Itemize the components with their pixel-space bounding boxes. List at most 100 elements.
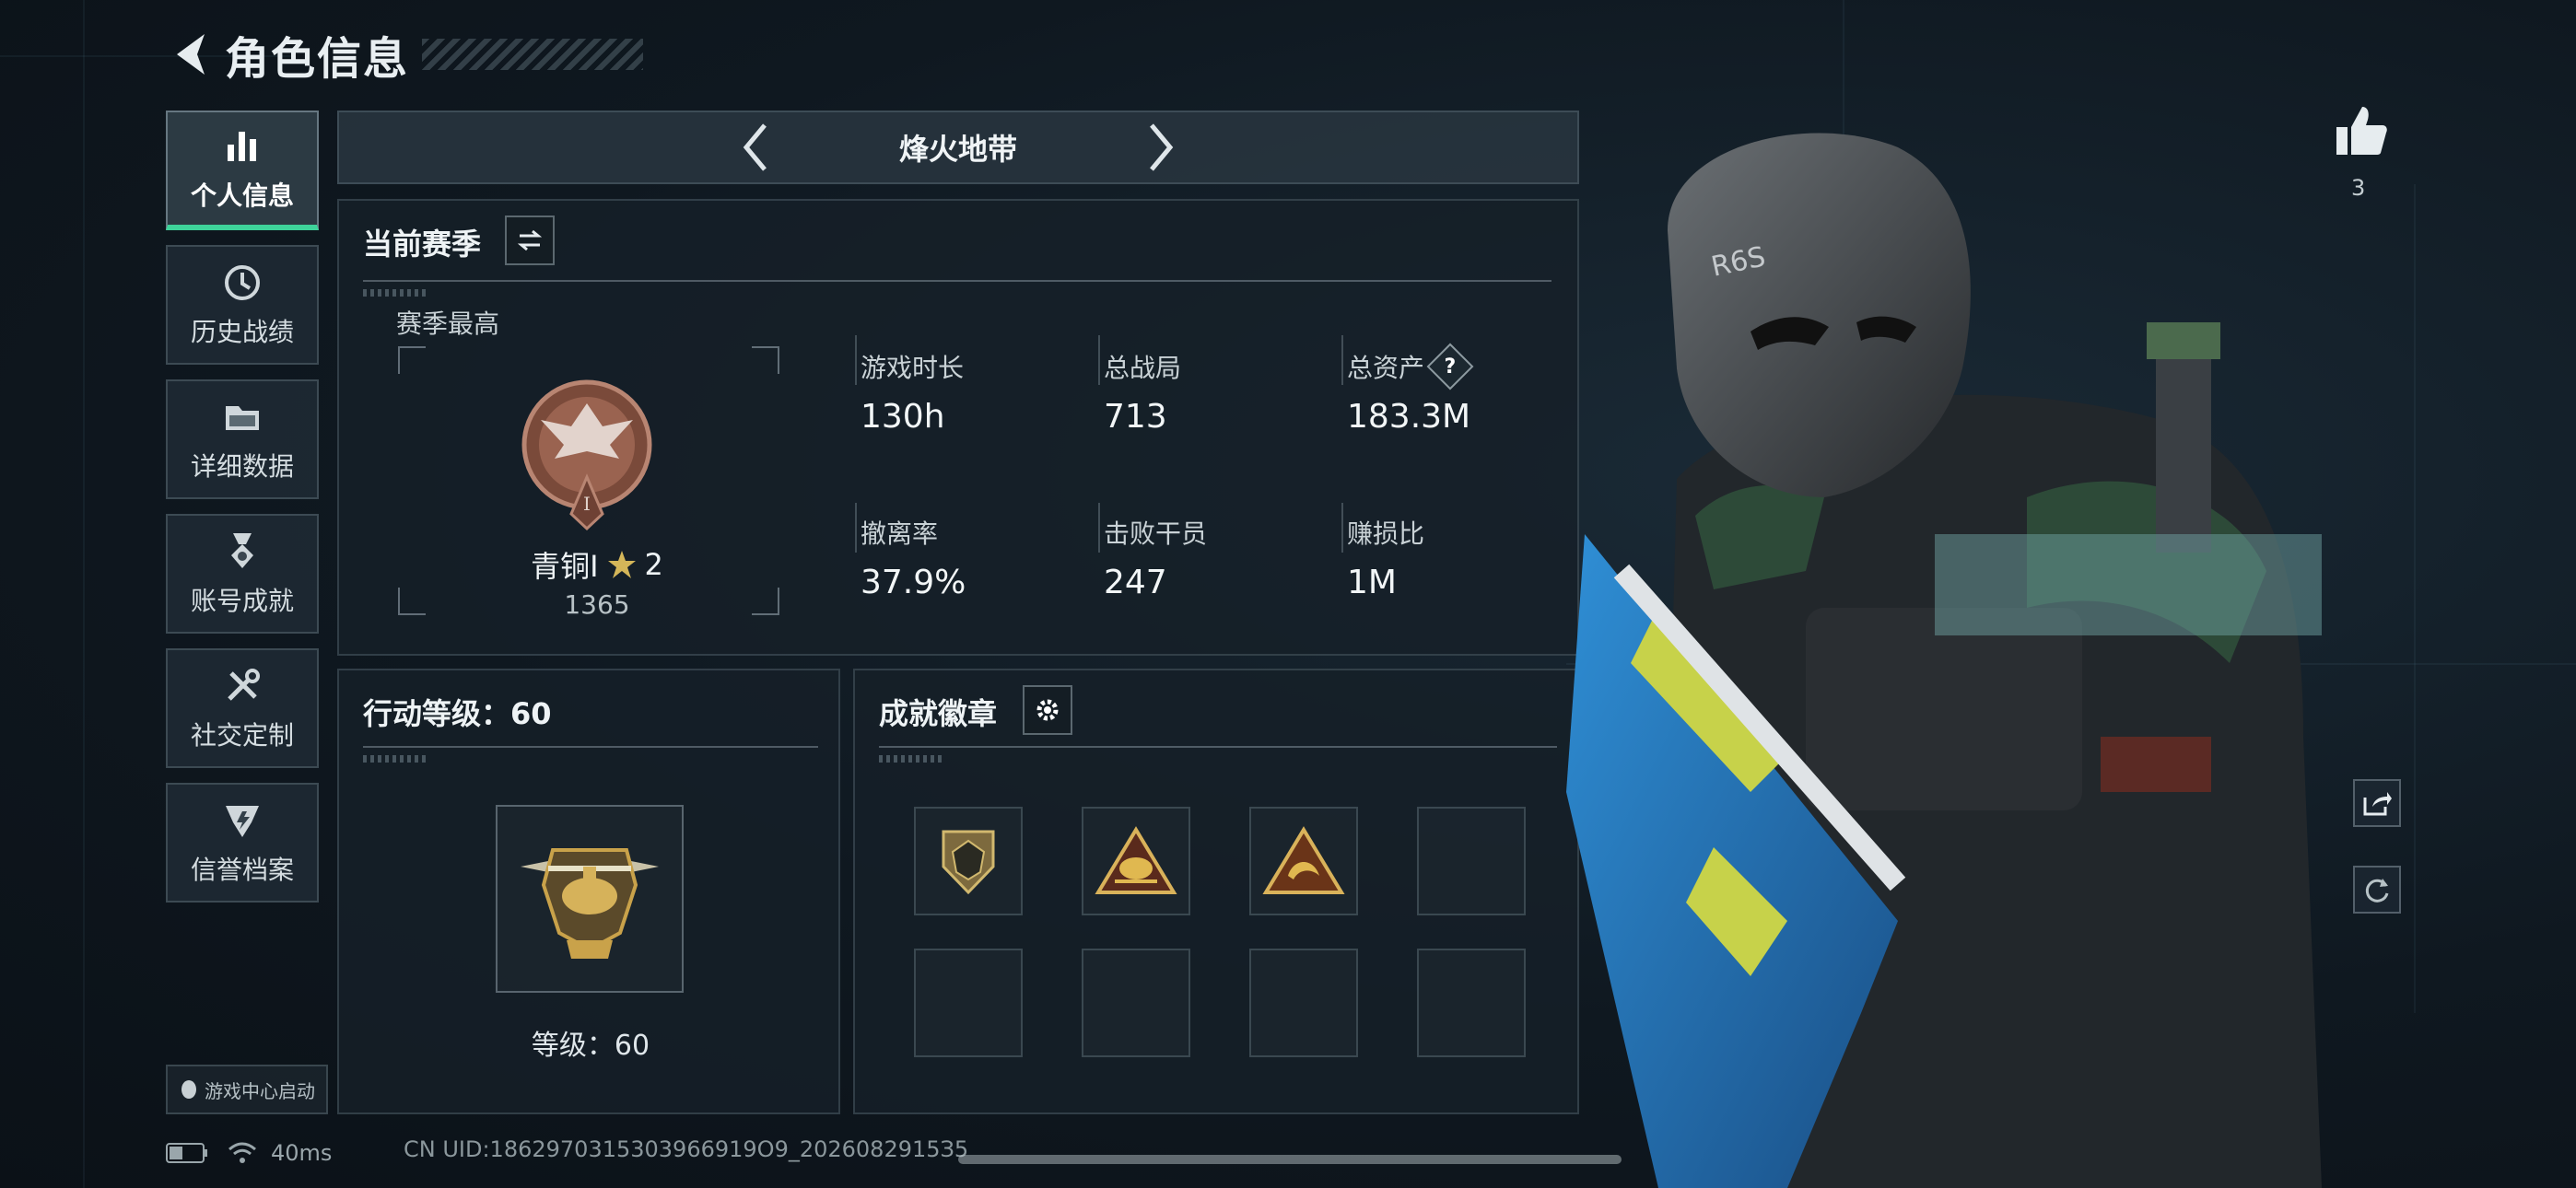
like-button[interactable]	[2331, 101, 2390, 160]
nav-label: 个人信息	[190, 181, 294, 211]
level-caption: 等级：60	[531, 1030, 650, 1062]
nav-item-reputation[interactable]: 信誉档案	[166, 783, 319, 903]
blurred-overlay	[1935, 534, 2322, 635]
help-icon[interactable]: ?	[1426, 343, 1474, 390]
stat-label: 赚损比	[1347, 518, 1425, 549]
refresh-icon	[2365, 879, 2389, 903]
rank-score: 1365	[564, 589, 630, 620]
battery-icon	[166, 1143, 207, 1163]
badge-slot[interactable]	[1082, 807, 1190, 915]
nav-label: 信誉档案	[190, 855, 294, 885]
stat-label: 游戏时长	[861, 353, 965, 383]
action-level-prefix: 行动等级：	[363, 696, 511, 731]
stat-value: 183.3M	[1347, 398, 1471, 436]
like-count: 3	[2351, 175, 2366, 201]
page-header: 角色信息	[166, 22, 644, 87]
stat-value: 247	[1104, 564, 1167, 601]
badge-slot-empty[interactable]	[1417, 807, 1526, 915]
launch-label: 游戏中心启动	[205, 1079, 315, 1102]
stat-value: 130h	[861, 398, 945, 436]
nav-label: 详细数据	[190, 451, 294, 482]
frame-corner	[752, 346, 779, 374]
nav-item-history[interactable]: 历史战绩	[166, 245, 319, 365]
stat-label: 击败干员	[1104, 518, 1208, 549]
nav-item-profile[interactable]: 个人信息	[166, 111, 319, 230]
nav-item-achievements[interactable]: 账号成就	[166, 514, 319, 634]
badge-slot[interactable]	[1249, 807, 1358, 915]
back-arrow-icon	[177, 34, 205, 75]
stat-total-matches: 总战局 713	[1104, 348, 1181, 436]
badge-slot-empty[interactable]	[1249, 949, 1358, 1057]
badge-slot[interactable]	[914, 807, 1023, 915]
stat-label: 撤离率	[861, 518, 939, 549]
next-mode-button[interactable]	[1133, 115, 1188, 180]
bar-chart-icon	[220, 124, 264, 169]
action-level-title: 行动等级：60	[363, 691, 552, 733]
prev-mode-button[interactable]	[728, 115, 783, 180]
desert-triangle-badge-icon	[1095, 826, 1177, 894]
stat-separator	[1098, 503, 1100, 553]
mode-switcher: 烽火地带	[337, 111, 1579, 184]
badge-slot-empty[interactable]	[914, 949, 1023, 1057]
decoration	[879, 755, 943, 763]
ping-value: 40ms	[271, 1140, 333, 1166]
side-nav: 个人信息 历史战绩 详细数据 账号成就 社交定制 信誉档案	[166, 111, 319, 917]
action-level-panel: 行动等级：60 等级：60	[337, 669, 840, 1114]
action-level-value: 60	[510, 696, 552, 731]
stat-extract-rate: 撤离率 37.9%	[861, 514, 966, 601]
bronze-rank-emblem-icon: I	[518, 376, 656, 532]
share-icon	[2363, 792, 2392, 816]
badge-slot-empty[interactable]	[1417, 949, 1526, 1057]
season-switch-button[interactable]	[505, 215, 555, 265]
divider	[363, 746, 818, 748]
swap-icon	[517, 229, 543, 251]
stat-label: 总资产 ?	[1347, 343, 1474, 390]
frame-corner	[398, 588, 426, 615]
page-title: 角色信息	[225, 33, 410, 85]
share-button[interactable]	[2353, 779, 2401, 827]
svg-text:I: I	[583, 493, 591, 515]
level-emblem-frame	[496, 805, 684, 993]
stat-separator	[1341, 503, 1343, 553]
achievements-panel: 成就徽章	[853, 669, 1579, 1114]
rank-stars: 2	[644, 547, 663, 582]
season-title: 当前赛季	[363, 227, 482, 262]
nav-item-details[interactable]: 详细数据	[166, 379, 319, 499]
achievements-settings-button[interactable]	[1023, 685, 1072, 735]
frame-corner	[752, 588, 779, 615]
chevron-right-icon	[1150, 123, 1174, 171]
star-icon	[607, 551, 636, 578]
stat-separator	[1341, 335, 1343, 385]
badge-slot-empty[interactable]	[1082, 949, 1190, 1057]
medal-icon	[220, 530, 264, 574]
frame-corner	[398, 346, 426, 374]
help-mark: ?	[1444, 355, 1457, 379]
rotate-button[interactable]	[2353, 866, 2401, 914]
stat-play-time: 游戏时长 130h	[861, 348, 964, 436]
stat-separator	[855, 503, 857, 553]
decoration	[363, 755, 427, 763]
stat-total-assets: 总资产 ? 183.3M	[1347, 343, 1474, 436]
rank-row: 青铜I 2	[505, 543, 689, 586]
folder-icon	[220, 395, 264, 439]
bg-line	[83, 0, 85, 1188]
wifi-icon	[228, 1142, 256, 1163]
status-bar: 40ms	[166, 1135, 332, 1171]
rank-name: 青铜I	[531, 549, 599, 584]
back-button[interactable]	[166, 27, 214, 82]
season-best-label: 赛季最高	[396, 309, 500, 339]
stat-value: 713	[1104, 398, 1167, 436]
operator-figure: R6S	[1566, 133, 2322, 1188]
home-indicator[interactable]	[958, 1155, 1622, 1164]
game-center-launch-badge[interactable]: 游戏中心启动	[166, 1065, 328, 1114]
nav-label: 账号成就	[190, 586, 294, 616]
tools-icon	[220, 664, 264, 708]
achievements-title: 成就徽章	[879, 696, 998, 731]
nav-item-social[interactable]: 社交定制	[166, 648, 319, 768]
divider	[363, 280, 1551, 282]
nav-label: 社交定制	[190, 720, 294, 751]
title-decoration	[422, 39, 644, 70]
game-screen: 角色信息 个人信息 历史战绩 详细数据 账号成就 社交定制 信誉档案 游戏中心启…	[0, 0, 2576, 1188]
helicopter-emblem-icon	[521, 848, 659, 959]
stat-label-text: 总资产	[1347, 353, 1425, 383]
